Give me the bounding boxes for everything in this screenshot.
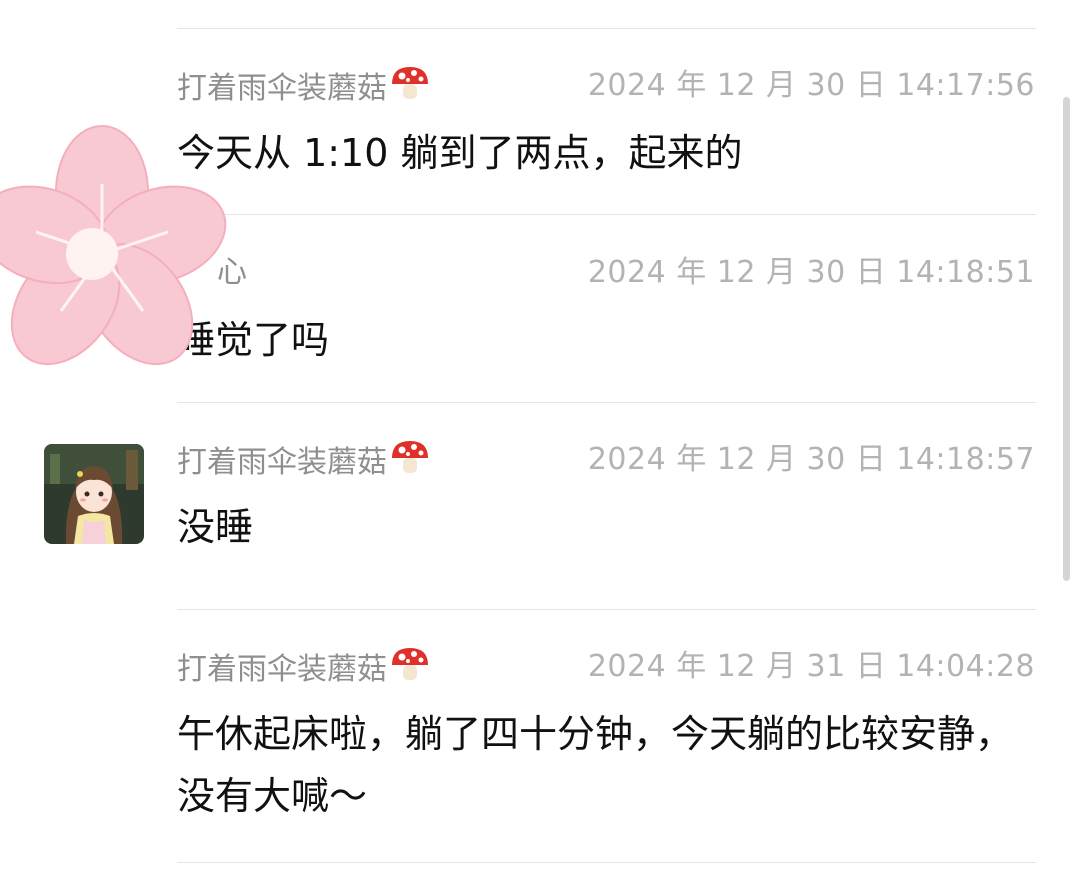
sender-name: 打着雨伞装蘑菇 (177, 438, 431, 489)
sender-name-text: 打着雨伞装蘑菇 (177, 71, 387, 106)
message-time: 2024 年 12 月 30 日 14:17:56 (587, 68, 1035, 103)
message-text: 没睡 (177, 505, 254, 549)
message-divider (177, 402, 1036, 403)
message-divider (177, 214, 1036, 215)
message-text: 今天从 1:10 躺到了两点，起来的 (177, 131, 743, 175)
sender-name: 打着雨伞装蘑菇 (177, 64, 431, 115)
scrollbar[interactable] (1063, 97, 1070, 581)
message-divider (177, 609, 1036, 610)
message-text: 午休起床啦，躺了四十分钟，今天躺的比较安静，没有大喊～ (177, 712, 1014, 818)
sender-name-text: 打着雨伞装蘑菇 (177, 445, 387, 480)
message-time: 2024 年 12 月 30 日 14:18:51 (587, 255, 1035, 290)
sender-name: 打着雨伞装蘑菇 (177, 645, 431, 696)
message-time: 2024 年 12 月 31 日 14:04:28 (587, 649, 1035, 684)
avatar[interactable] (44, 444, 144, 544)
message-text: 睡觉了吗 (177, 318, 330, 362)
flower-sticker-icon (0, 122, 230, 386)
mushroom-icon (389, 645, 431, 696)
message-item[interactable]: 心 2024 年 12 月 30 日 14:18:51 睡觉了吗 (177, 251, 1035, 371)
message-item[interactable]: 打着雨伞装蘑菇 2024 年 12 月 30 日 14:18:57 没睡 (177, 438, 1035, 558)
mushroom-icon (389, 64, 431, 115)
message-item[interactable]: 打着雨伞装蘑菇 2024 年 12 月 31 日 14:04:28 午休起床啦，… (177, 645, 1035, 827)
message-divider (177, 862, 1036, 863)
message-time: 2024 年 12 月 30 日 14:18:57 (587, 442, 1035, 477)
mushroom-icon (389, 438, 431, 489)
message-divider (177, 28, 1036, 29)
message-item[interactable]: 打着雨伞装蘑菇 2024 年 12 月 30 日 14:17:56 今天从 1:… (177, 64, 1035, 184)
sender-name-text: 打着雨伞装蘑菇 (177, 652, 387, 687)
